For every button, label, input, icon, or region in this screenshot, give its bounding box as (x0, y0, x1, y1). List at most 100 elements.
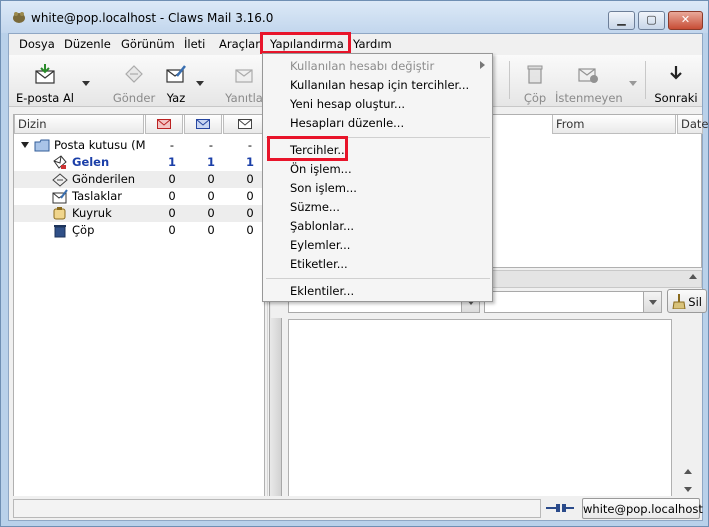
maximize-button[interactable]: ▢ (638, 11, 665, 30)
menu-dosya[interactable]: Dosya (19, 37, 55, 51)
folder-unread-count: 0 (168, 172, 176, 186)
folder-unread-count: 1 (167, 155, 176, 169)
date-column-label: Date (681, 117, 709, 131)
app-window: white@pop.localhost - Claws Mail 3.16.0 … (0, 0, 709, 527)
folder-row-kuyruk[interactable]: Kuyruk 0 0 0 (14, 205, 264, 222)
get-mail-icon (35, 64, 55, 84)
search-history-dropdown-icon[interactable] (643, 292, 661, 312)
next-button[interactable]: Sonraki (651, 57, 701, 105)
menu-item-new-account[interactable]: Yeni hesap oluştur... (290, 97, 405, 111)
menu-item-filtering[interactable]: Süzme... (290, 200, 340, 214)
queue-icon (53, 207, 66, 220)
clear-search-button[interactable]: Sil (667, 289, 707, 313)
message-view (288, 319, 672, 501)
menu-duzenle[interactable]: Düzenle (64, 37, 111, 51)
compose-dropdown-arrow[interactable] (196, 81, 204, 86)
status-message (13, 499, 541, 518)
get-mail-dropdown-arrow[interactable] (82, 81, 90, 86)
status-bar: white@pop.localhost (9, 496, 703, 520)
folder-name: Taslaklar (72, 189, 123, 203)
menu-ileti[interactable]: İleti (184, 37, 205, 51)
total-mail-icon (237, 119, 252, 129)
search-input[interactable] (484, 291, 662, 313)
from-column-label: From (556, 117, 585, 131)
menu-item-change-account[interactable]: Kullanılan hesabı değiştir (290, 59, 434, 73)
folder-row-cop[interactable]: Çöp 0 0 0 (14, 222, 264, 239)
scroll-up-arrow-icon[interactable] (689, 274, 697, 279)
sent-icon (52, 173, 68, 187)
inbox-icon (53, 155, 67, 169)
menu-item-account-prefs[interactable]: Kullanılan hesap için tercihler... (290, 78, 469, 92)
get-mail-button[interactable]: E-posta Al (11, 57, 79, 105)
send-label: Gönder (112, 91, 156, 105)
mailbox-total-count: - (247, 138, 253, 152)
folder-row-taslaklar[interactable]: Taslaklar 0 0 0 (14, 188, 264, 205)
folder-row-gelen[interactable]: Gelen 1 1 1 (14, 154, 264, 171)
minimize-button[interactable]: ▁ (608, 11, 635, 30)
folder-name: Gelen (72, 155, 110, 169)
account-selector-button[interactable]: white@pop.localhost (582, 498, 703, 519)
new-mail-icon (196, 119, 210, 129)
new-column-header[interactable] (184, 115, 222, 134)
send-icon (125, 65, 143, 83)
mailbox-row[interactable]: Posta kutusu (M - - - (14, 137, 264, 154)
folder-row-gonderilen[interactable]: Gönderilen 0 0 0 (14, 171, 264, 188)
send-button[interactable]: Gönder (109, 57, 159, 105)
minimize-icon: ▁ (617, 13, 626, 26)
menu-item-post-processing[interactable]: Son işlem... (290, 181, 357, 195)
junk-label: İstenmeyen (555, 91, 623, 105)
menu-highlight-box (260, 32, 351, 54)
trash-button[interactable]: Çöp (517, 57, 553, 105)
scroll-up-arrow-icon[interactable] (684, 469, 692, 474)
menu-item-actions[interactable]: Eylemler... (290, 238, 350, 252)
mailbox-name: Posta kutusu (M (54, 138, 146, 152)
date-column-header[interactable]: Date (677, 115, 709, 134)
folder-new-count: 0 (207, 223, 215, 237)
title-bar: white@pop.localhost - Claws Mail 3.16.0 … (1, 1, 708, 33)
message-body-scrollbar[interactable] (680, 319, 696, 501)
folder-column-label: Dizin (18, 117, 47, 131)
scroll-down-arrow-icon[interactable] (684, 487, 692, 492)
folder-total-count: 0 (246, 206, 254, 220)
claws-mail-app-icon (13, 12, 25, 23)
menu-item-tags[interactable]: Etiketler... (290, 257, 348, 271)
trash-label: Çöp (523, 91, 547, 105)
get-mail-label: E-posta Al (15, 91, 75, 105)
unread-mail-icon (157, 119, 171, 129)
folder-new-count: 1 (206, 155, 215, 169)
menu-item-templates[interactable]: Şablonlar... (290, 219, 354, 233)
unread-column-header[interactable] (145, 115, 183, 134)
folder-unread-count: 0 (168, 206, 176, 220)
folder-total-count: 0 (246, 223, 254, 237)
close-button[interactable]: ✕ (668, 11, 703, 30)
compose-icon (166, 65, 186, 83)
trash-icon (527, 65, 543, 84)
folder-unread-count: 0 (168, 189, 176, 203)
maximize-icon: ▢ (646, 13, 657, 26)
submenu-arrow-icon (480, 61, 485, 69)
reply-icon (235, 69, 253, 83)
menu-yardim[interactable]: Yardım (353, 37, 392, 51)
junk-dropdown-arrow[interactable] (629, 81, 637, 86)
menu-gorunum[interactable]: Görünüm (121, 37, 175, 51)
compose-button[interactable]: Yaz (159, 57, 193, 105)
mailbox-unread-count: - (169, 138, 175, 152)
menu-item-plugins[interactable]: Eklentiler... (290, 284, 354, 298)
folder-column-header[interactable]: Dizin (14, 115, 144, 134)
menu-item-edit-accounts[interactable]: Hesapları düzenle... (290, 116, 404, 130)
preferences-highlight-box (267, 136, 348, 161)
folder-total-count: 0 (246, 172, 254, 186)
broom-icon (672, 294, 686, 309)
expander-arrow-icon[interactable] (21, 142, 29, 148)
menu-item-pre-processing[interactable]: Ön işlem... (290, 162, 352, 176)
folder-new-count: 0 (207, 206, 215, 220)
folder-total-count: 0 (246, 189, 254, 203)
total-column-header[interactable] (223, 115, 266, 134)
junk-button[interactable]: İstenmeyen (555, 57, 623, 105)
folder-new-count: 0 (207, 189, 215, 203)
next-label: Sonraki (654, 91, 698, 105)
folder-unread-count: 0 (168, 223, 176, 237)
menu-araclar[interactable]: Araçlar (219, 37, 260, 51)
online-plug-icon[interactable] (546, 502, 574, 514)
from-column-header[interactable]: From (552, 115, 676, 134)
